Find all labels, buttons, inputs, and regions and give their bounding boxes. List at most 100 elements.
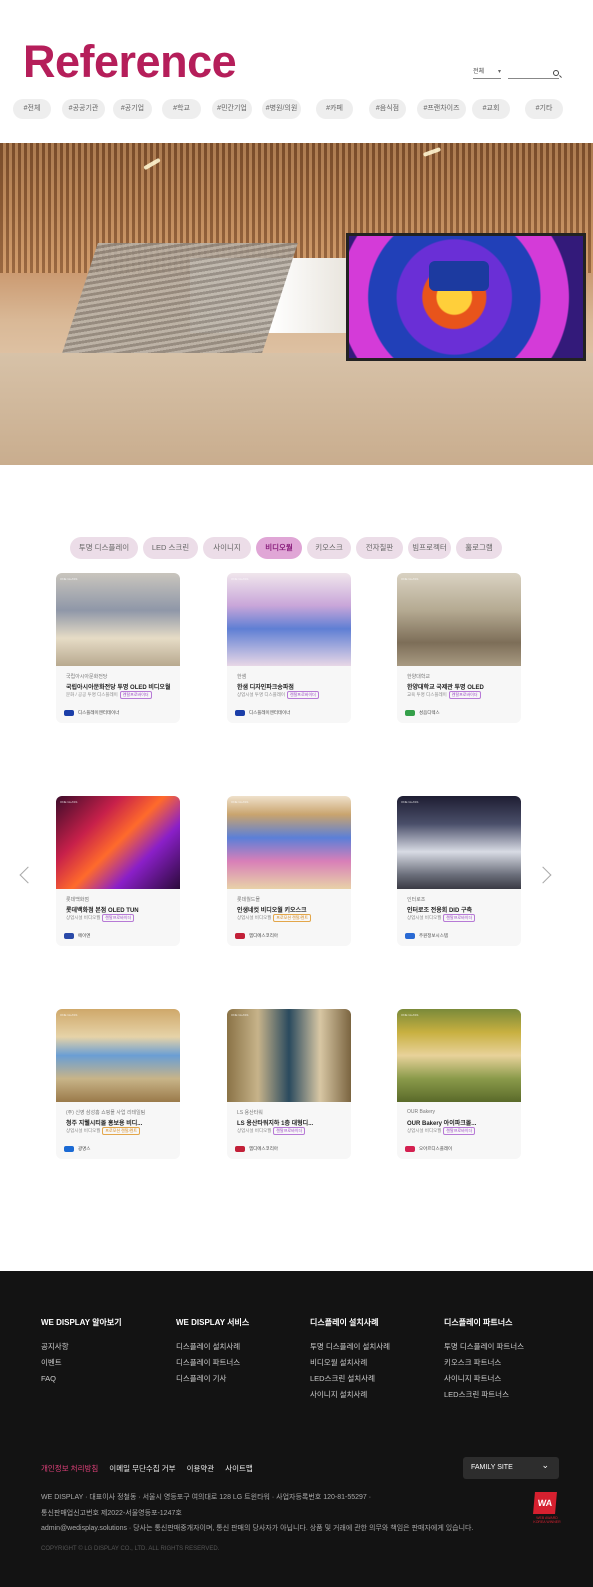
reference-card[interactable]: ONE GLASS 인터로조인터로조 전용회 DID 구축 상업시설 비디오월 렌탈프… — [397, 796, 521, 946]
partner-logo-icon — [405, 710, 415, 716]
tag-0[interactable]: #전체 — [13, 99, 51, 119]
footer-link[interactable]: 투명 디스플레이 설치사례 — [310, 1343, 390, 1351]
reference-card[interactable]: ONE GLASS LS 용산타워 LS 용산타워지하 1층 대형디... 상업시설 … — [227, 1009, 351, 1159]
tag-filter-bar: #전체 #공공기관 #공기업 #학교 #민간기업 #병원/의원 #카페 #음식점 #프랜차이즈 #… — [13, 99, 578, 119]
tag-6[interactable]: #카페 — [316, 99, 353, 119]
footer-link[interactable]: 투명 디스플레이 파트너스 — [444, 1343, 524, 1351]
footer-link[interactable]: 디스플레이 설치사례 — [176, 1343, 249, 1351]
footer-link[interactable]: 사이니지 파트너스 — [444, 1375, 524, 1383]
tag-8[interactable]: #프랜차이즈 — [417, 99, 466, 119]
card-org: 한샘 — [237, 674, 247, 680]
next-arrow-icon[interactable] — [534, 866, 552, 884]
card-badge: 렌탈프로바이더 — [102, 914, 135, 922]
partner-name: 디스플레이엔터테이너 — [249, 710, 291, 715]
partner-logo-icon — [405, 1146, 415, 1152]
family-site-select[interactable]: FAMILY SITE — [463, 1454, 559, 1479]
card-org: (주) 신영 삼성홈 쇼핑몰 사업 리테일팀 — [66, 1110, 146, 1116]
card-image-label: ONE GLASS — [60, 800, 78, 804]
partner-logo-icon — [405, 933, 415, 939]
category-tab-7[interactable]: 홀로그램 — [456, 537, 502, 559]
footer-link[interactable]: 디스플레이 기사 — [176, 1375, 249, 1383]
reference-card[interactable]: ONE GLASS 한양대학교 한양대학교 국제관 투명 OLED 교육 투명 디스플… — [397, 573, 521, 723]
search-area: 전체 — [473, 68, 565, 82]
footer-link[interactable]: 키오스크 파트너스 — [444, 1359, 524, 1367]
search-icon[interactable] — [553, 70, 559, 76]
prev-arrow-icon[interactable] — [19, 866, 37, 884]
partner-logo-icon — [235, 710, 245, 716]
card-org: 한양대학교 — [407, 674, 431, 680]
category-tab-1[interactable]: LED 스크린 — [143, 537, 198, 559]
card-image-label: ONE GLASS — [60, 577, 78, 581]
partner-logo-icon — [64, 710, 74, 716]
tag-2[interactable]: #공기업 — [113, 99, 152, 119]
partner-logo-icon — [235, 1146, 245, 1152]
hero-image — [0, 143, 593, 465]
footer-link[interactable]: LED스크린 파트너스 — [444, 1391, 524, 1399]
category-tab-5[interactable]: 전자칠판 — [356, 537, 403, 559]
tag-4[interactable]: #민간기업 — [212, 99, 252, 119]
card-image-label: ONE GLASS — [231, 577, 249, 581]
tag-7[interactable]: #음식점 — [369, 99, 406, 119]
footer-policy-link[interactable]: 이메일 무단수집 거부 — [109, 1464, 175, 1473]
card-badge: 렌탈프로바이더 — [273, 1127, 306, 1135]
footer-links: 개인정보 처리방침 이메일 무단수집 거부 이용약관 사이트맵 — [41, 1463, 264, 1474]
footer-link[interactable]: 디스플레이 파트너스 — [176, 1359, 249, 1367]
category-tab-3[interactable]: 비디오월 — [256, 537, 302, 559]
company-info-contact: admin@wedisplay.solutions · 당사는 통신판매중개자이… — [41, 1525, 474, 1532]
reference-card[interactable]: ONE GLASS OUR Bakery OUR Bakery 아이파크몰... 상업… — [397, 1009, 521, 1159]
category-tab-2[interactable]: 사이니지 — [203, 537, 251, 559]
partner-name: 엠디에스코리아 — [249, 933, 278, 938]
card-badge: 렌탈프로바이더 — [119, 691, 152, 699]
card-subtitle: 상업시설 비디오월 렌탈프로바이더 — [66, 914, 135, 922]
partner-name: 성음디렉스 — [419, 710, 440, 715]
card-title: 인생네컷 비디오월 키오스크 — [237, 908, 307, 914]
company-info-registration: 통신판매업신고번호 제2022-서울영등포-1247호 — [41, 1510, 182, 1517]
card-title: OUR Bakery 아이파크몰... — [407, 1121, 477, 1127]
tag-3[interactable]: #학교 — [162, 99, 201, 119]
category-tab-4[interactable]: 키오스크 — [307, 537, 351, 559]
reference-card[interactable]: ONE GLASS 롯데백화점 롯데백화점 본점 OLED TUN 상업시설 비디오월… — [56, 796, 180, 946]
card-title: 인터로조 전용회 DID 구축 — [407, 908, 473, 914]
card-badge: 렌탈프로바이더 — [287, 691, 319, 699]
footer-column-title: WE DISPLAY 서비스 — [176, 1318, 250, 1327]
reference-card[interactable]: ONE GLASS (주) 신영 삼성홈 쇼핑몰 사업 리테일팀 청주 지웰시티몰 … — [56, 1009, 180, 1159]
card-image: ONE GLASS — [397, 1009, 521, 1102]
card-image-label: ONE GLASS — [401, 1013, 419, 1017]
footer-policy-link[interactable]: 개인정보 처리방침 — [41, 1464, 98, 1473]
reference-card[interactable]: ONE GLASS 롯데월드몰 인생네컷 비디오월 키오스크 상업시설 비디오월 프로모… — [227, 796, 351, 946]
partner-logo-icon — [235, 933, 245, 939]
card-image: ONE GLASS — [227, 573, 351, 666]
filter-select[interactable]: 전체 — [473, 68, 501, 79]
footer-link[interactable]: 사이니지 설치사례 — [310, 1391, 390, 1399]
tag-9[interactable]: #교회 — [472, 99, 510, 119]
card-subtitle: 문화 / 공공 투명 디스플레이 렌탈프로바이더 — [66, 691, 152, 699]
partner-name: 에이엔 — [78, 933, 91, 938]
footer-link[interactable]: 이벤트 — [41, 1359, 122, 1367]
card-subtitle: 상업시설 비디오월 프로모션 렌탈/렌트 — [66, 1127, 141, 1135]
card-image-label: ONE GLASS — [231, 800, 249, 804]
card-image-label: ONE GLASS — [401, 800, 419, 804]
card-badge: 렌탈프로바이더 — [443, 1127, 476, 1135]
card-subtitle: 상업시설 비디오월 렌탈프로바이더 — [407, 914, 476, 922]
tag-5[interactable]: #병원/의원 — [262, 99, 301, 119]
tag-10[interactable]: #기타 — [525, 99, 563, 119]
tag-1[interactable]: #공공기관 — [62, 99, 105, 119]
card-image: ONE GLASS — [56, 1009, 180, 1102]
footer-policy-link[interactable]: 이용약관 — [187, 1464, 215, 1473]
footer-link[interactable]: LED스크린 설치사례 — [310, 1375, 390, 1383]
reference-card[interactable]: ONE GLASS 국립아시아문화전당 국립아시아문화전당 투명 OLED 비디오월… — [56, 573, 180, 723]
search-input[interactable] — [508, 68, 559, 79]
footer-link[interactable]: 공지사항 — [41, 1343, 122, 1351]
category-tab-0[interactable]: 투명 디스플레이 — [70, 537, 138, 559]
footer-column: 디스플레이 파트너스 투명 디스플레이 파트너스 키오스크 파트너스 사이니지 파트너… — [444, 1317, 524, 1407]
card-org: OUR Bakery — [407, 1109, 436, 1115]
footer-policy-link[interactable]: 사이트맵 — [225, 1464, 253, 1473]
card-org: 인터로조 — [407, 897, 426, 903]
card-org: 롯데백화점 — [66, 897, 90, 903]
partner-logo-icon — [64, 1146, 74, 1152]
reference-card[interactable]: ONE GLASS 한샘 한샘 디자인파크송파점 상업시설 투명 디스플레이 렌탈프로바… — [227, 573, 351, 723]
footer-link[interactable]: FAQ — [41, 1375, 122, 1383]
footer-link[interactable]: 비디오월 설치사례 — [310, 1359, 390, 1367]
card-badge: 렌탈프로바이더 — [443, 914, 476, 922]
category-tab-6[interactable]: 빔프로젝터 — [408, 537, 451, 559]
